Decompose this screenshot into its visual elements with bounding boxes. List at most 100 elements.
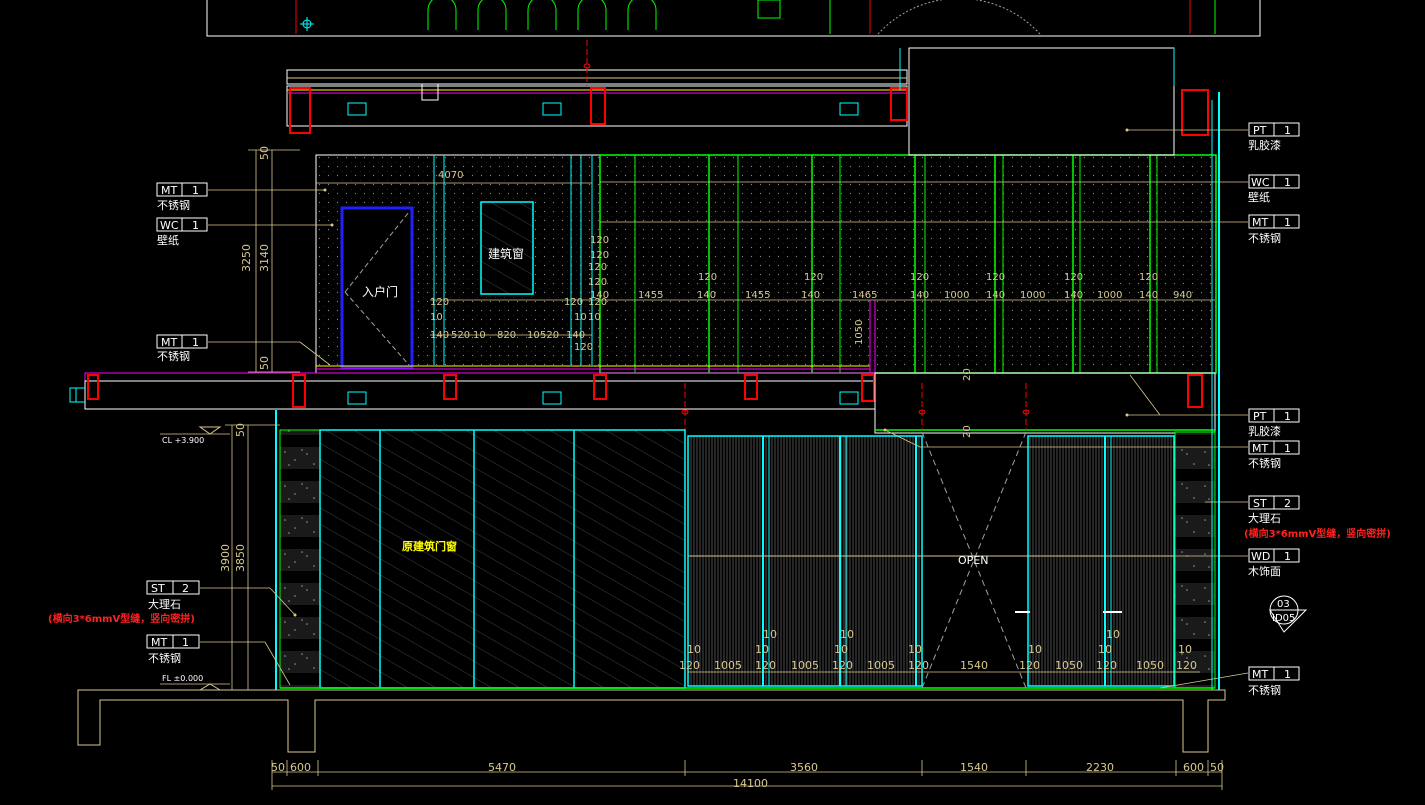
dim-text: 1000 — [944, 290, 969, 301]
tag-num: 1 — [192, 219, 199, 232]
dim-text: 10 — [1106, 628, 1120, 641]
dim-text: 10 — [1178, 643, 1192, 656]
dim-text: 1050 — [1055, 659, 1083, 672]
tag-num: 1 — [1284, 410, 1291, 423]
upper-ceiling-band — [286, 40, 908, 134]
open-label: OPEN — [958, 554, 988, 567]
dim-text: 50 — [258, 356, 271, 370]
tag-desc: 不锈钢 — [157, 199, 190, 212]
material-tag-left-5: MT 1 不锈钢 — [146, 634, 200, 665]
dim-text: 4070 — [438, 170, 463, 181]
top-plan-strip — [206, 0, 1261, 37]
tag-code: MT — [1252, 668, 1268, 681]
tag-num: 1 — [1284, 550, 1291, 563]
fl-level-text: FL ±0.000 — [162, 674, 203, 683]
tag-num: 1 — [1284, 668, 1291, 681]
vertical-dimensions: 3250 3140 50 50 3900 3850 50 — [219, 146, 271, 572]
tag-desc: 大理石 — [148, 597, 181, 611]
tag-num: 2 — [182, 582, 189, 595]
dim-text: 120 — [832, 659, 853, 672]
material-tag-left-3: MT 1 不锈钢 — [156, 334, 208, 363]
dim-text: 140 — [801, 290, 820, 301]
dim-text: 10 — [1028, 643, 1042, 656]
section-mark: 03 ID05 — [1269, 595, 1308, 633]
material-tag-right-2: WC 1 壁纸 — [1248, 174, 1300, 204]
tag-desc: 壁纸 — [157, 233, 179, 247]
dim-text: 1455 — [745, 290, 770, 301]
dim-text: 3850 — [234, 544, 247, 572]
dim-text: 120 — [430, 297, 449, 308]
material-tag-left-4: ST 2 大理石 (横向3*6mmV型缝，竖向密拼) — [48, 580, 200, 625]
dim-text: 10 — [473, 330, 486, 341]
dim-text: 1540 — [960, 761, 988, 774]
dim-text: 1005 — [867, 659, 895, 672]
dim-text: 120 — [1176, 659, 1197, 672]
dim-text: 120 — [679, 659, 700, 672]
dim-text: 140 — [697, 290, 716, 301]
dim-text: 10 — [755, 643, 769, 656]
dim-text: 1540 — [960, 659, 988, 672]
dim-text: 120 — [1064, 272, 1083, 283]
dim-text: 120 — [910, 272, 929, 283]
material-tag-left-2: WC 1 壁纸 — [156, 217, 208, 247]
elevation-drawing-canvas: MT 1 不锈钢 WC 1 壁纸 MT 1 不锈钢 ST 2 大理石 (横向3*… — [48, 0, 1391, 790]
tag-code: MT — [1252, 216, 1268, 229]
dim-text: 10 — [574, 312, 587, 323]
section-mark-top-text: 03 — [1277, 599, 1290, 610]
floor-level-marker: FL ±0.000 — [160, 674, 230, 691]
entry-door-label: 入户门 — [362, 284, 398, 299]
tag-num: 1 — [182, 636, 189, 649]
dim-text: 1050 — [1136, 659, 1164, 672]
tag-desc: 乳胶漆 — [1248, 424, 1281, 438]
tag-desc: 不锈钢 — [1248, 457, 1281, 470]
dim-text: 50 — [271, 761, 285, 774]
dim-text: 2230 — [1086, 761, 1114, 774]
dim-text: 820 — [497, 330, 516, 341]
dim-text: 120 — [1139, 272, 1158, 283]
material-tag-right-5: MT 1 不锈钢 — [1248, 440, 1300, 470]
dim-text: 120 — [588, 297, 607, 308]
tag-note: (横向3*6mmV型缝，竖向密拼) — [1244, 527, 1391, 540]
tag-code: PT — [1253, 124, 1267, 137]
dim-text: 120 — [574, 342, 593, 353]
dim-text: 1005 — [791, 659, 819, 672]
dim-text: 50 — [234, 423, 247, 437]
dim-text: 140 — [910, 290, 929, 301]
dim-text: 3900 — [219, 544, 232, 572]
dim-text: 120 — [908, 659, 929, 672]
tag-desc: 大理石 — [1248, 511, 1281, 525]
building-window-label: 建筑窗 — [488, 246, 524, 261]
tag-desc: 壁纸 — [1248, 190, 1270, 204]
dim-text: 120 — [590, 235, 609, 246]
dim-text: 120 — [804, 272, 823, 283]
dim-text: 1455 — [638, 290, 663, 301]
dim-text: 10 — [908, 643, 922, 656]
dim-text: 520 — [451, 330, 470, 341]
dim-text: 1000 — [1020, 290, 1045, 301]
dim-text: 600 — [1183, 761, 1204, 774]
material-tag-right-4: PT 1 乳胶漆 — [1248, 408, 1300, 438]
dim-text: 10 — [527, 330, 540, 341]
dim-text: 20 — [962, 425, 973, 438]
tag-num: 1 — [192, 184, 199, 197]
dim-text: 3250 — [240, 244, 253, 272]
tag-code: ST — [1253, 497, 1267, 510]
dim-text: 120 — [1096, 659, 1117, 672]
material-tag-right-7: WD 1 木饰面 — [1248, 548, 1300, 578]
dim-text: 1000 — [1097, 290, 1122, 301]
dim-text: 50 — [1210, 761, 1224, 774]
tag-code: MT — [151, 636, 167, 649]
tag-desc: 木饰面 — [1248, 564, 1281, 578]
dim-text: 10 — [840, 628, 854, 641]
dim-text: 140 — [1064, 290, 1083, 301]
tag-desc: 不锈钢 — [1248, 232, 1281, 245]
tag-code: WC — [1251, 176, 1270, 189]
cl-level-text: CL +3.900 — [162, 436, 204, 445]
dim-text: 10 — [834, 643, 848, 656]
dim-text: 140 — [566, 330, 585, 341]
tag-desc: 不锈钢 — [157, 350, 190, 363]
section-mark-bottom-text: ID05 — [1272, 613, 1295, 624]
tag-num: 2 — [1284, 497, 1291, 510]
dim-text: 10 — [763, 628, 777, 641]
tag-desc: 乳胶漆 — [1248, 138, 1281, 152]
